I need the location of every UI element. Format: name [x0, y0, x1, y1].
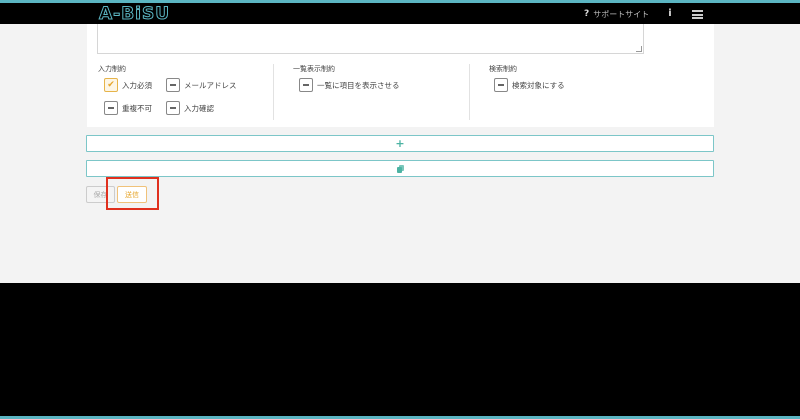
checkbox-unchecked-icon[interactable]: [166, 78, 180, 92]
resize-grip-icon[interactable]: [636, 46, 642, 52]
checkbox-unchecked-icon[interactable]: [166, 101, 180, 115]
question-icon: ?: [584, 9, 590, 19]
list-constraints-label: 一覧表示制約: [293, 65, 335, 73]
input-constraints-label: 入力制約: [98, 65, 126, 73]
app-header: A-BiSU ? サポートサイト i: [0, 3, 800, 24]
checkbox-unchecked-icon[interactable]: [104, 101, 118, 115]
checkbox-unchecked-icon[interactable]: [494, 78, 508, 92]
description-textarea[interactable]: [97, 24, 644, 54]
option-required-label: 入力必須: [122, 80, 152, 90]
main-content: 入力制約 ✔ 入力必須 メールアドレス 重複不可 入力確認 一覧表示制約 一覧に…: [0, 24, 800, 283]
option-email[interactable]: メールアドレス: [166, 78, 237, 92]
checkbox-checked-icon[interactable]: ✔: [104, 78, 118, 92]
highlight-annotation-box: [106, 177, 159, 210]
option-confirm[interactable]: 入力確認: [166, 101, 214, 115]
plus-icon: +: [395, 137, 405, 150]
field-settings-card: 入力制約 ✔ 入力必須 メールアドレス 重複不可 入力確認 一覧表示制約 一覧に…: [87, 24, 714, 127]
checkbox-unchecked-icon[interactable]: [299, 78, 313, 92]
support-site-label: サポートサイト: [593, 9, 650, 19]
hamburger-menu-icon[interactable]: [692, 10, 703, 19]
section-divider: [273, 64, 274, 120]
support-site-link[interactable]: ? サポートサイト: [584, 7, 649, 21]
option-required[interactable]: ✔ 入力必須: [104, 78, 152, 92]
option-confirm-label: 入力確認: [184, 103, 214, 113]
add-field-button[interactable]: +: [86, 135, 714, 152]
option-searchable-label: 検索対象にする: [512, 80, 565, 90]
copy-field-button[interactable]: [86, 160, 714, 177]
search-constraints-label: 検索制約: [489, 65, 517, 73]
copy-icon: [396, 164, 404, 173]
option-unique-label: 重複不可: [122, 103, 152, 113]
option-show-in-list[interactable]: 一覧に項目を表示させる: [299, 78, 400, 92]
app-logo[interactable]: A-BiSU: [98, 5, 170, 24]
option-show-in-list-label: 一覧に項目を表示させる: [317, 80, 400, 90]
option-searchable[interactable]: 検索対象にする: [494, 78, 565, 92]
info-icon[interactable]: i: [666, 8, 674, 20]
option-unique[interactable]: 重複不可: [104, 101, 152, 115]
section-divider: [469, 64, 470, 120]
option-email-label: メールアドレス: [184, 80, 237, 90]
